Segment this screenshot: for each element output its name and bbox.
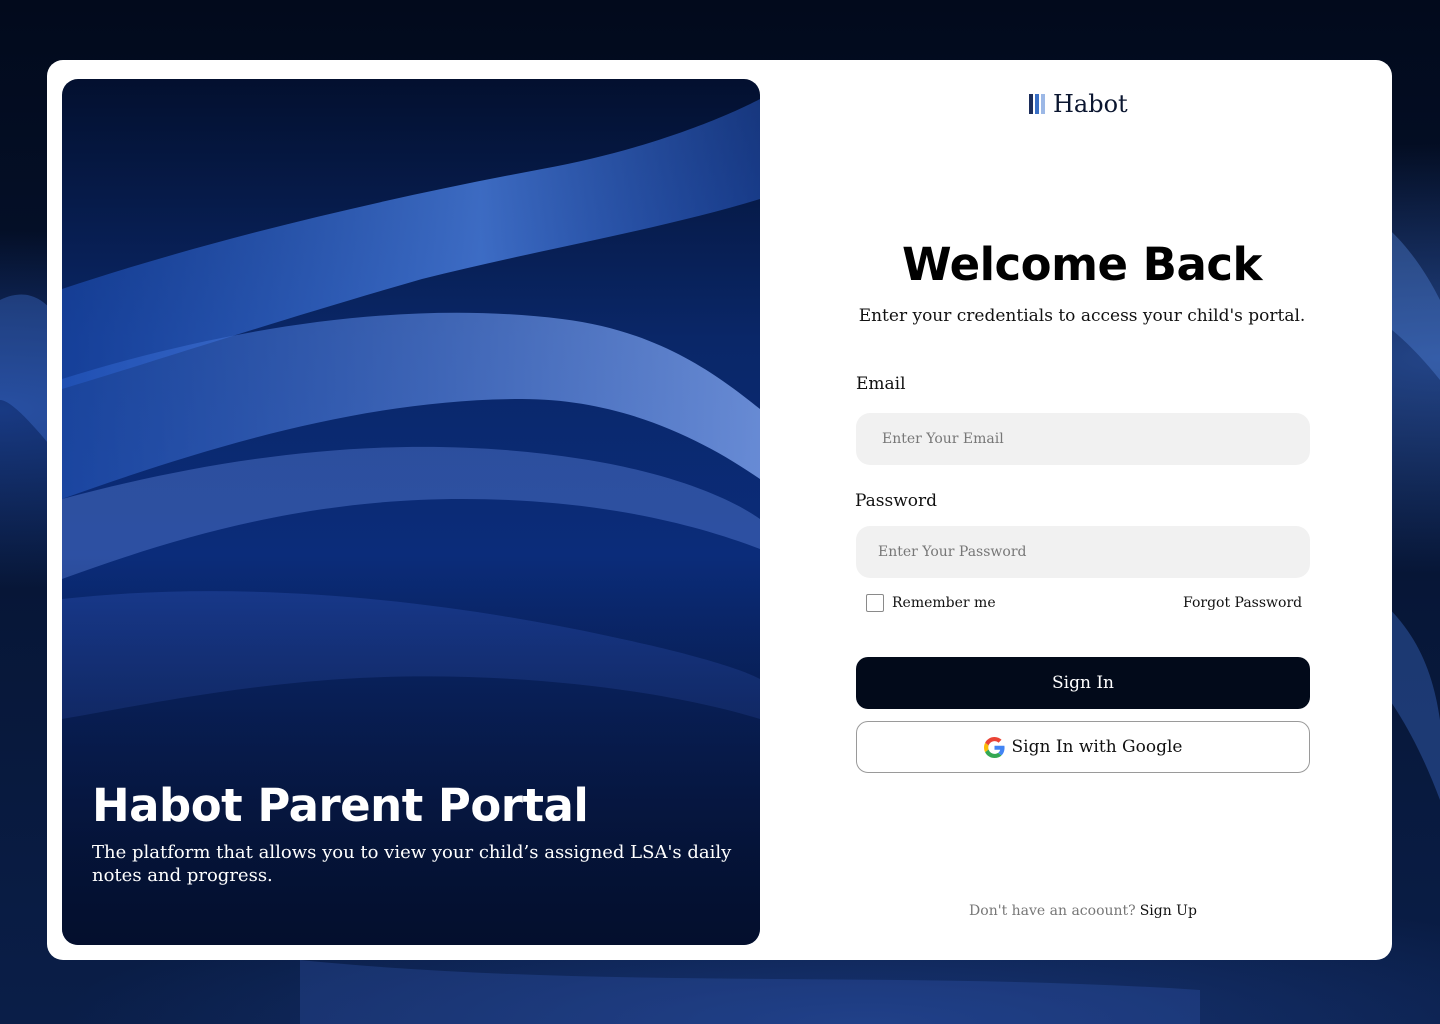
logo-bars-icon: [1029, 94, 1047, 114]
google-sign-in-button[interactable]: Sign In with Google: [856, 721, 1310, 773]
login-card: Habot Parent Portal The platform that al…: [47, 60, 1392, 960]
page-title: Welcome Back: [902, 238, 1262, 291]
password-field[interactable]: [856, 526, 1310, 578]
hero-title: Habot Parent Portal: [92, 779, 589, 832]
forgot-password-link[interactable]: Forgot Password: [1183, 595, 1302, 611]
logo-bar: [1029, 94, 1033, 114]
email-field[interactable]: [856, 413, 1310, 465]
sign-in-button[interactable]: Sign In: [856, 657, 1310, 709]
hero-panel: Habot Parent Portal The platform that al…: [62, 79, 760, 945]
signup-prompt-row: Don't have an acoount? Sign Up: [847, 903, 1319, 919]
remember-me-label: Remember me: [892, 595, 996, 611]
password-label: Password: [855, 491, 938, 511]
remember-me-control[interactable]: Remember me: [866, 594, 996, 612]
remember-me-checkbox[interactable]: [866, 594, 884, 612]
hero-description: The platform that allows you to view you…: [92, 842, 732, 886]
google-g-icon: [983, 736, 1005, 758]
sign-up-link[interactable]: Sign Up: [1140, 903, 1197, 919]
brand-name: Habot: [1053, 90, 1128, 118]
signup-prompt-text: Don't have an acoount?: [969, 903, 1136, 919]
page-subtitle: Enter your credentials to access your ch…: [858, 306, 1306, 326]
logo-bar: [1041, 94, 1045, 114]
brand-logo: Habot: [1029, 90, 1128, 118]
email-label: Email: [856, 374, 906, 394]
logo-bar: [1035, 94, 1039, 114]
google-sign-in-label: Sign In with Google: [1011, 737, 1183, 757]
